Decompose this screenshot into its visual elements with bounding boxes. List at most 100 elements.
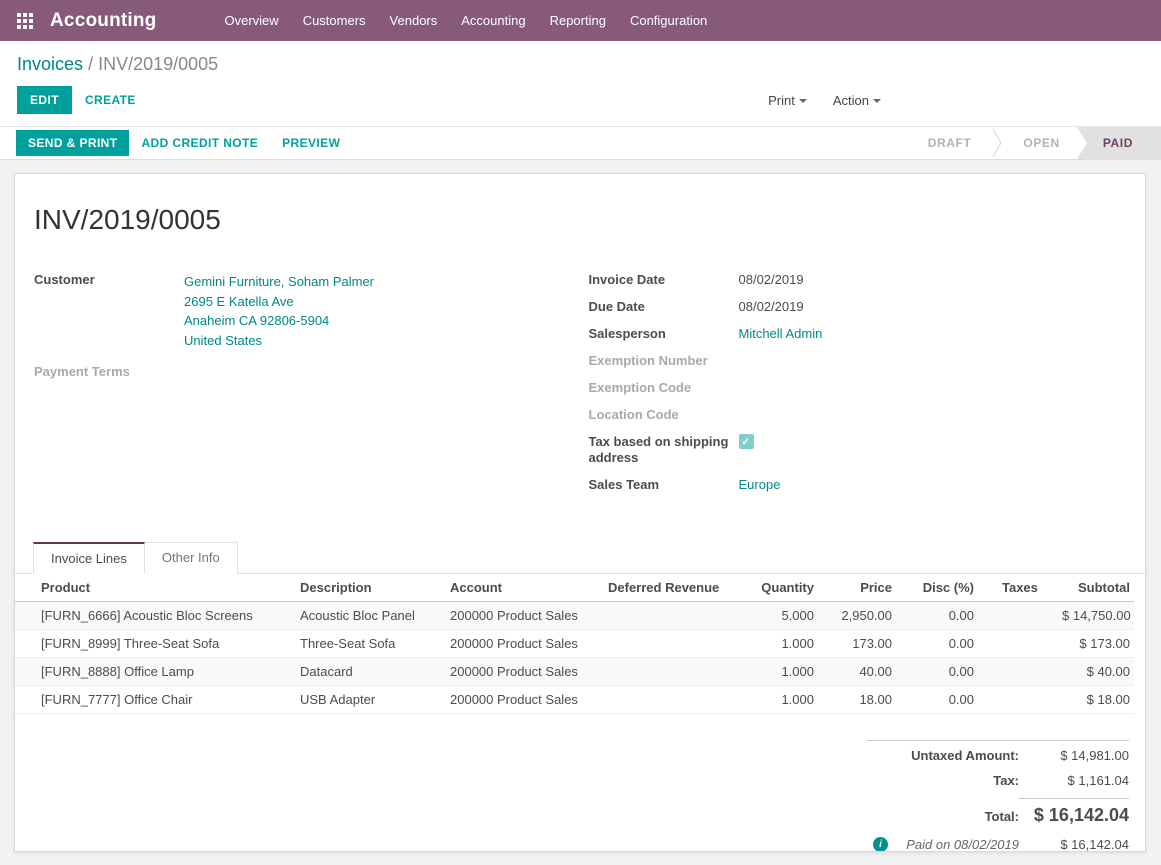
tax-label: Tax: <box>993 773 1019 788</box>
paid-value: $ 16,142.04 <box>1019 837 1129 852</box>
table-row[interactable]: [FURN_8999] Three-Seat Sofa Three-Seat S… <box>15 630 1134 658</box>
totals-block: Untaxed Amount: $ 14,981.00 Tax: $ 1,161… <box>867 740 1129 852</box>
cell-product[interactable]: [FURN_6666] Acoustic Bloc Screens <box>15 602 296 630</box>
action-dropdown[interactable]: Action <box>827 87 887 114</box>
cell-subtotal[interactable]: $ 14,750.00 <box>1058 602 1134 630</box>
paid-on-note: Paid on 08/02/2019 <box>906 837 1019 852</box>
salesperson-value[interactable]: Mitchell Admin <box>739 326 823 342</box>
due-date-label: Due Date <box>589 299 739 315</box>
col-deferred-revenue[interactable]: Deferred Revenue <box>604 574 750 602</box>
cell-price[interactable]: 18.00 <box>818 686 896 714</box>
col-description[interactable]: Description <box>296 574 446 602</box>
cell-deferred-revenue[interactable] <box>604 686 750 714</box>
menu-vendors[interactable]: Vendors <box>378 1 450 40</box>
tax-shipping-checkbox[interactable] <box>739 434 754 449</box>
cell-subtotal[interactable]: $ 40.00 <box>1058 658 1134 686</box>
breadcrumb-invoices-link[interactable]: Invoices <box>17 54 83 74</box>
cell-deferred-revenue[interactable] <box>604 630 750 658</box>
cell-taxes[interactable] <box>978 630 1058 658</box>
table-row[interactable]: [FURN_6666] Acoustic Bloc Screens Acoust… <box>15 602 1134 630</box>
caret-down-icon <box>799 99 807 103</box>
cell-account[interactable]: 200000 Product Sales <box>446 630 604 658</box>
stage-draft[interactable]: DRAFT <box>907 127 993 159</box>
cell-quantity[interactable]: 1.000 <box>750 630 818 658</box>
col-product[interactable]: Product <box>15 574 296 602</box>
invoice-date-label: Invoice Date <box>589 272 739 288</box>
invoice-date-value[interactable]: 08/02/2019 <box>739 272 804 288</box>
cell-deferred-revenue[interactable] <box>604 602 750 630</box>
exemption-code-label: Exemption Code <box>589 380 739 396</box>
stage-paid[interactable]: PAID <box>1077 127 1161 159</box>
tab-invoice-lines[interactable]: Invoice Lines <box>33 542 145 574</box>
menu-overview[interactable]: Overview <box>213 1 291 40</box>
menu-configuration[interactable]: Configuration <box>618 1 719 40</box>
stage-open[interactable]: OPEN <box>1002 127 1080 159</box>
customer-city[interactable]: Anaheim CA 92806-5904 <box>184 311 374 331</box>
tax-value: $ 1,161.04 <box>1019 773 1129 788</box>
cell-deferred-revenue[interactable] <box>604 658 750 686</box>
cell-description[interactable]: Three-Seat Sofa <box>296 630 446 658</box>
table-row[interactable]: [FURN_8888] Office Lamp Datacard 200000 … <box>15 658 1134 686</box>
cell-account[interactable]: 200000 Product Sales <box>446 686 604 714</box>
cell-price[interactable]: 2,950.00 <box>818 602 896 630</box>
send-print-button[interactable]: SEND & PRINT <box>16 130 129 156</box>
col-disc[interactable]: Disc (%) <box>896 574 978 602</box>
tab-other-info[interactable]: Other Info <box>145 542 238 574</box>
col-account[interactable]: Account <box>446 574 604 602</box>
cell-price[interactable]: 173.00 <box>818 630 896 658</box>
add-credit-note-button[interactable]: ADD CREDIT NOTE <box>129 130 270 156</box>
cell-subtotal[interactable]: $ 173.00 <box>1058 630 1134 658</box>
customer-value: Gemini Furniture, Soham Palmer 2695 E Ka… <box>184 272 374 350</box>
cell-product[interactable]: [FURN_8888] Office Lamp <box>15 658 296 686</box>
location-code-label: Location Code <box>589 407 739 423</box>
caret-down-icon <box>873 99 881 103</box>
edit-button[interactable]: EDIT <box>17 86 72 114</box>
sales-team-value[interactable]: Europe <box>739 477 781 493</box>
top-navbar: Accounting Overview Customers Vendors Ac… <box>0 0 1161 41</box>
cell-taxes[interactable] <box>978 602 1058 630</box>
cell-disc[interactable]: 0.00 <box>896 630 978 658</box>
cell-taxes[interactable] <box>978 658 1058 686</box>
cell-quantity[interactable]: 1.000 <box>750 686 818 714</box>
customer-country[interactable]: United States <box>184 331 374 351</box>
col-price[interactable]: Price <box>818 574 896 602</box>
col-subtotal[interactable]: Subtotal <box>1058 574 1134 602</box>
customer-street[interactable]: 2695 E Katella Ave <box>184 292 374 312</box>
cell-subtotal[interactable]: $ 18.00 <box>1058 686 1134 714</box>
invoice-sheet: INV/2019/0005 Customer Gemini Furniture,… <box>14 173 1146 852</box>
exemption-number-label: Exemption Number <box>589 353 739 369</box>
customer-label: Customer <box>34 272 184 350</box>
cell-disc[interactable]: 0.00 <box>896 602 978 630</box>
menu-reporting[interactable]: Reporting <box>538 1 618 40</box>
due-date-value[interactable]: 08/02/2019 <box>739 299 804 315</box>
cell-taxes[interactable] <box>978 686 1058 714</box>
cell-account[interactable]: 200000 Product Sales <box>446 658 604 686</box>
cell-product[interactable]: [FURN_8999] Three-Seat Sofa <box>15 630 296 658</box>
table-row[interactable]: [FURN_7777] Office Chair USB Adapter 200… <box>15 686 1134 714</box>
cell-disc[interactable]: 0.00 <box>896 686 978 714</box>
col-quantity[interactable]: Quantity <box>750 574 818 602</box>
menu-accounting[interactable]: Accounting <box>449 1 537 40</box>
payment-terms-label: Payment Terms <box>34 364 184 380</box>
cell-quantity[interactable]: 5.000 <box>750 602 818 630</box>
untaxed-amount-label: Untaxed Amount: <box>911 748 1019 763</box>
create-button[interactable]: CREATE <box>72 86 149 114</box>
app-title[interactable]: Accounting <box>50 10 157 32</box>
tax-shipping-label: Tax based on shipping address <box>589 434 739 466</box>
cell-account[interactable]: 200000 Product Sales <box>446 602 604 630</box>
cell-product[interactable]: [FURN_7777] Office Chair <box>15 686 296 714</box>
cell-quantity[interactable]: 1.000 <box>750 658 818 686</box>
cell-price[interactable]: 40.00 <box>818 658 896 686</box>
preview-button[interactable]: PREVIEW <box>270 130 352 156</box>
cell-description[interactable]: USB Adapter <box>296 686 446 714</box>
col-taxes[interactable]: Taxes <box>978 574 1058 602</box>
cell-description[interactable]: Datacard <box>296 658 446 686</box>
cell-disc[interactable]: 0.00 <box>896 658 978 686</box>
cell-description[interactable]: Acoustic Bloc Panel <box>296 602 446 630</box>
customer-name-link[interactable]: Gemini Furniture, Soham Palmer <box>184 272 374 292</box>
menu-customers[interactable]: Customers <box>291 1 378 40</box>
chevron-right-icon <box>992 127 1002 159</box>
info-icon[interactable]: i <box>873 837 888 852</box>
print-dropdown[interactable]: Print <box>762 87 813 114</box>
apps-grid-icon[interactable] <box>17 13 33 29</box>
